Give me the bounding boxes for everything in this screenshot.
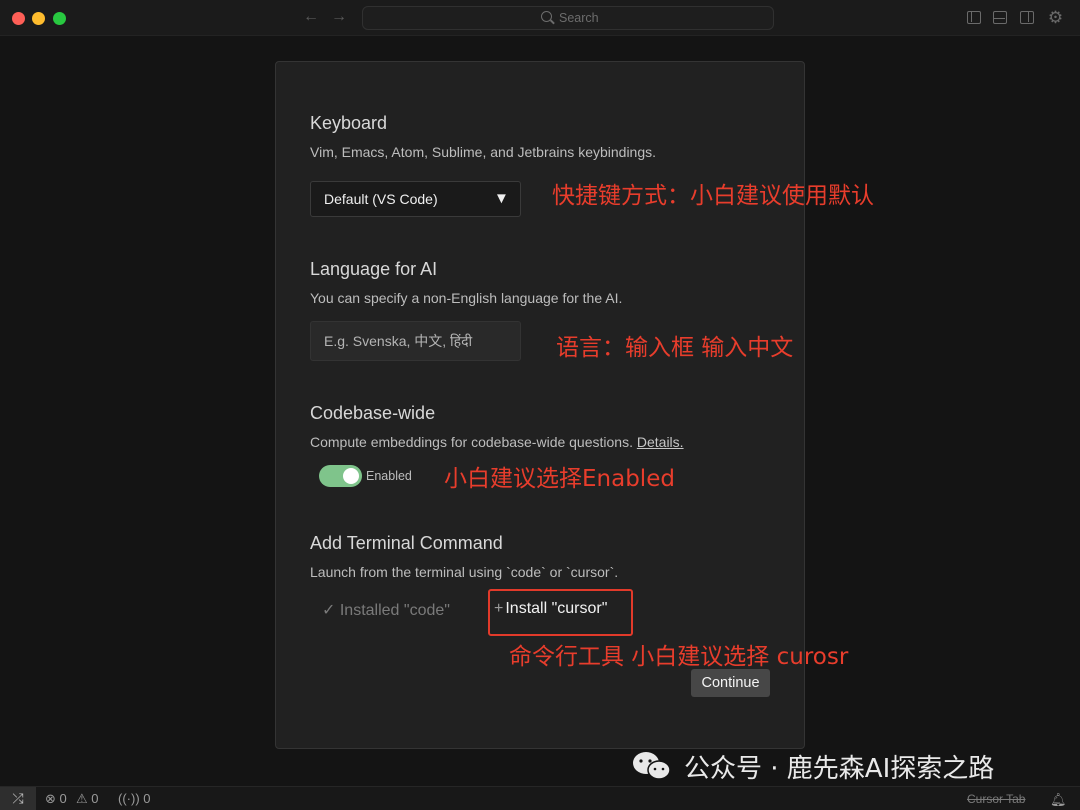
terminal-annotation: 命令行工具 小白建议选择 curosr <box>509 644 849 670</box>
terminal-title: Add Terminal Command <box>310 533 503 553</box>
maximize-window-button[interactable] <box>53 12 66 25</box>
keyboard-annotation: 快捷键方式：小白建议使用默认 <box>552 183 874 209</box>
errors-indicator[interactable]: ⊗ 0 <box>45 791 67 807</box>
keybinding-select[interactable]: Default (VS Code) ▼ <box>310 181 521 217</box>
toggle-primary-sidebar-icon[interactable] <box>967 11 981 24</box>
toggle-knob <box>343 468 359 484</box>
back-arrow-icon[interactable]: ← <box>303 8 319 26</box>
keybinding-selected-value: Default (VS Code) <box>324 191 438 207</box>
keyboard-title: Keyboard <box>310 113 388 133</box>
app-window: ← → Search ⚙ Keyboard Vim, Emacs, Atom, … <box>0 0 1080 810</box>
installed-code-button[interactable]: ✓ Installed "code" <box>322 600 450 620</box>
continue-button[interactable]: Continue <box>691 669 770 697</box>
cursor-tab-status[interactable]: Cursor Tab <box>967 792 1025 806</box>
title-bar: ← → Search ⚙ <box>0 0 1080 36</box>
wechat-logo-icon <box>633 752 671 780</box>
bell-icon[interactable]: 🔔︎ <box>1050 792 1067 807</box>
minimize-window-button[interactable] <box>32 12 45 25</box>
forward-arrow-icon[interactable]: → <box>331 8 347 26</box>
toggle-panel-icon[interactable] <box>993 11 1007 24</box>
remote-icon[interactable]: ⤮ <box>0 787 36 810</box>
ai-language-input[interactable] <box>310 321 521 361</box>
codebase-title: Codebase-wide <box>310 403 436 423</box>
language-title: Language for AI <box>310 259 438 279</box>
codebase-toggle[interactable] <box>319 465 362 487</box>
codebase-description: Compute embeddings for codebase-wide que… <box>310 434 684 450</box>
terminal-description: Launch from the terminal using `code` or… <box>310 564 619 580</box>
watermark-text: 公众号 · 鹿先森AI探索之路 <box>684 754 995 784</box>
details-link[interactable]: Details. <box>637 434 684 450</box>
close-window-button[interactable] <box>12 12 25 25</box>
search-icon <box>541 11 552 22</box>
language-annotation: 语言：输入框 输入中文 <box>556 335 794 361</box>
keyboard-description: Vim, Emacs, Atom, Sublime, and Jetbrains… <box>310 144 657 160</box>
codebase-annotation: 小白建议选择Enabled <box>444 466 675 492</box>
gear-icon[interactable]: ⚙ <box>1047 9 1064 26</box>
command-search-box[interactable]: Search <box>362 6 774 30</box>
search-placeholder: Search <box>559 11 599 25</box>
install-cursor-highlight-box <box>488 589 633 636</box>
language-description: You can specify a non-English language f… <box>310 290 623 306</box>
codebase-description-text: Compute embeddings for codebase-wide que… <box>310 434 633 450</box>
ports-indicator[interactable]: ((·)) 0 <box>118 791 151 806</box>
status-bar: ⤮ ⊗ 0 ⚠ 0 ((·)) 0 Cursor Tab 🔔︎ <box>0 786 1080 810</box>
toggle-label: Enabled <box>366 469 412 483</box>
warnings-indicator[interactable]: ⚠ 0 <box>76 791 99 807</box>
toggle-secondary-sidebar-icon[interactable] <box>1020 11 1034 24</box>
caret-down-icon: ▼ <box>494 190 509 207</box>
